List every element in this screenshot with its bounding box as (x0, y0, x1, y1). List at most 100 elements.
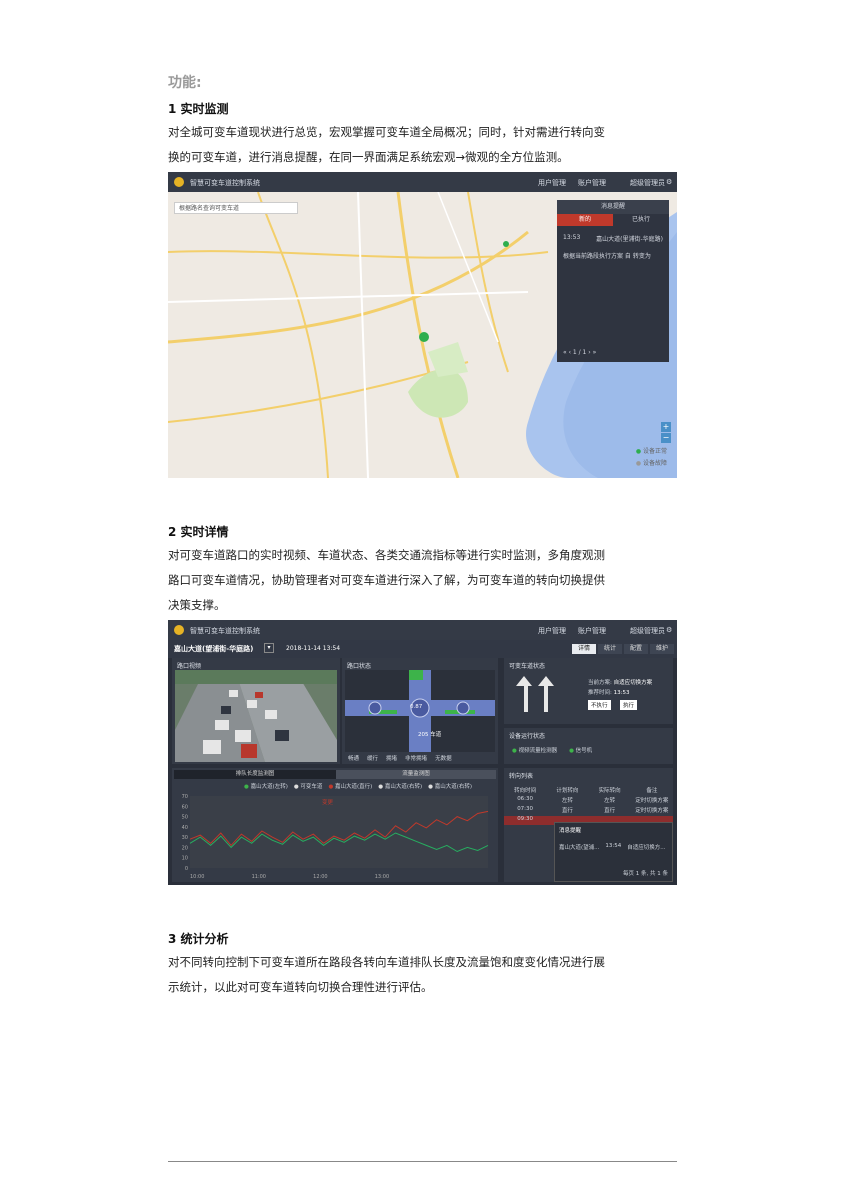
device-pane-title: 设备运行状态 (509, 733, 546, 740)
table-col-time: 转向时间 (514, 788, 537, 794)
tab-new[interactable]: 新的 (557, 214, 613, 226)
turn-table-pane: 转向列表 转向时间 计划转向 实际转向 备注 06:30 左转 左转 定时切换方… (504, 768, 673, 882)
section-2-line: 路口可变车道情况，协助管理者对可变车道进行深入了解，为可变车道的转向切换提供 (168, 573, 605, 587)
table-cell: 07:30 (517, 806, 534, 812)
table-cell: 左转 (561, 798, 573, 804)
tab-config[interactable]: 配置 (624, 644, 649, 654)
table-col-plan: 计划转向 (556, 788, 579, 794)
road-dropdown-icon[interactable]: ▾ (264, 643, 274, 653)
lane-time-label: 推荐时间: 13:53 (588, 688, 629, 696)
message-row[interactable]: 13:53 嘉山大道(里浦街-华庭路) (557, 226, 669, 243)
chart-legend-label: 嘉山大道(右转) (384, 784, 423, 790)
y-tick-label: 50 (182, 815, 188, 821)
lane-status-title: 可变车道状态 (509, 663, 546, 670)
skip-button[interactable]: 不执行 (588, 700, 611, 710)
section-3-line: 示统计，以此对可变车道转向切换合理性进行评估。 (168, 980, 433, 994)
lane-arrows-icon (516, 676, 554, 712)
message-location: 嘉山大道(里浦街-华庭路) (596, 236, 663, 243)
chart-plot-area (190, 796, 488, 868)
chart-legend-item: ● 嘉山大道(右转) (378, 784, 423, 790)
chart-legend-item: ● 嘉山大道(左转) (244, 784, 288, 790)
nav-admin[interactable]: 超级管理员 (630, 626, 665, 636)
lane-plan-key: 当前方案: (588, 680, 612, 686)
saturation-value: 0.87 (410, 704, 423, 710)
city-map[interactable]: 根据路名查询可变车道 消息提醒 新的 已执行 13:53 嘉山大道(里浦街-华庭… (168, 192, 677, 478)
app-logo-icon (174, 177, 184, 187)
nav-account-mgmt[interactable]: 账户管理 (578, 626, 606, 636)
road-search-input[interactable]: 根据路名查询可变车道 (174, 202, 298, 214)
chart-pane: 排队长度监测图 流量监测图 ● 嘉山大道(左转) ● 可变车道 ● 嘉山大道(直… (172, 768, 498, 882)
device-detector-label: 视频流量检测器 (518, 748, 558, 754)
y-tick-label: 20 (182, 845, 188, 851)
section-1-paragraph: 对全城可变车道现状进行总览，宏观掌握可变车道全局概况；同时，针对需进行转向变 换… (168, 120, 680, 170)
section-2-line: 决策支撑。 (168, 598, 226, 612)
app-title: 智慧可变车道控制系统 (190, 627, 260, 635)
alert-time: 13:54 (605, 843, 622, 849)
table-cell: 定时切换方案 (635, 808, 669, 814)
nav-account-mgmt[interactable]: 账户管理 (578, 178, 606, 188)
chart-change-marker: 变更 (322, 800, 334, 806)
table-cell: 直行 (561, 808, 573, 814)
legend-fault: ● 设备故障 (636, 458, 667, 467)
chart-tab-queue[interactable]: 排队长度监测图 (174, 770, 336, 779)
x-tick-label: 10:00 (190, 874, 204, 880)
section-1-line: 对全城可变车道现状进行总览，宏观掌握可变车道全局概况；同时，针对需进行转向变 (168, 125, 605, 139)
alert-pager[interactable]: 每页 1 条, 共 1 条 (623, 869, 668, 877)
legend-nodata: 无数据 (435, 756, 452, 762)
table-cell: 06:30 (517, 796, 534, 802)
zoom-in-button[interactable]: + (661, 422, 671, 432)
execute-button[interactable]: 执行 (620, 700, 638, 710)
section-3-title: 3 统计分析 (168, 932, 229, 946)
message-panel: 消息提醒 新的 已执行 13:53 嘉山大道(里浦街-华庭路) 根据当前路段执行… (557, 200, 669, 362)
device-pane: 设备运行状态 ● 视频流量检测器 ● 信号机 (504, 728, 673, 764)
legend-fault-label: 设备故障 (642, 460, 667, 467)
table-row[interactable]: 06:30 左转 左转 定时切换方案 (504, 796, 673, 804)
legend-normal-icon: ● (635, 448, 642, 455)
device-signal-label: 信号机 (575, 748, 593, 754)
legend-congested: 拥堵 (386, 756, 398, 762)
legend-slow: 缓行 (367, 756, 379, 762)
tab-detail[interactable]: 详情 (572, 644, 597, 654)
intersection-bar: 嘉山大道(望浦街-华庭路) ▾ 2018-11-14 13:54 详情 统计 配… (168, 640, 677, 658)
tab-maintain[interactable]: 维护 (650, 644, 675, 654)
legend-heavy: 非常拥堵 (405, 756, 428, 762)
chart-legend-label: 可变车道 (300, 784, 323, 790)
alert-popup-title: 消息提醒 (559, 828, 582, 834)
y-tick-label: 40 (182, 825, 188, 831)
device-signal: ● 信号机 (569, 748, 593, 754)
table-row[interactable]: 07:30 直行 直行 定时切换方案 (504, 806, 673, 814)
table-cell: 直行 (604, 808, 616, 814)
device-detector: ● 视频流量检测器 (512, 748, 558, 754)
gear-icon[interactable]: ⚙ (666, 178, 672, 186)
app-header: 智慧可变车道控制系统 用户管理 账户管理 超级管理员 ⚙ (168, 620, 677, 640)
y-tick-label: 10 (182, 856, 188, 862)
table-header: 转向时间 计划转向 实际转向 备注 (504, 786, 673, 794)
intersection-diagram (345, 670, 495, 752)
section-1-title: 1 实时监测 (168, 102, 229, 116)
chart-tab-flow[interactable]: 流量监测图 (336, 770, 496, 779)
monitoring-screenshot: 智慧可变车道控制系统 用户管理 账户管理 超级管理员 ⚙ 根据路名查询可变车道 … (168, 172, 677, 478)
table-col-actual: 实际转向 (598, 788, 621, 794)
legend-normal-label: 设备正常 (642, 448, 667, 455)
tab-stats[interactable]: 统计 (598, 644, 623, 654)
gear-icon[interactable]: ⚙ (666, 626, 672, 634)
tab-executed[interactable]: 已执行 (613, 214, 669, 226)
y-tick-label: 70 (182, 794, 188, 800)
zoom-out-button[interactable]: − (661, 433, 671, 443)
section-2-title: 2 实时详情 (168, 525, 229, 539)
video-feed[interactable] (175, 670, 337, 762)
lane-status-pane: 可变车道状态 当前方案: 自适应切换方案 推荐时间: 13:53 不执行 执行 (504, 658, 673, 724)
section-2-line: 对可变车道路口的实时视频、车道状态、各类交通流指标等进行实时监测，多角度观测 (168, 548, 605, 562)
message-pager[interactable]: « ‹ 1 / 1 › » (563, 349, 596, 356)
nav-admin[interactable]: 超级管理员 (630, 178, 665, 188)
nav-user-mgmt[interactable]: 用户管理 (538, 626, 566, 636)
nav-user-mgmt[interactable]: 用户管理 (538, 178, 566, 188)
alert-row[interactable]: 嘉山大道(望浦... 13:54 自适应切换方... (559, 843, 666, 851)
lane-count: 205 车道 (418, 732, 442, 738)
video-pane: 路口视频 (172, 658, 340, 764)
y-tick-label: 60 (182, 804, 188, 810)
y-tick-label: 0 (185, 866, 188, 872)
queue-chart: 0 10 20 30 40 50 60 70 10:00 11:00 12:00 13:00 (182, 794, 489, 880)
section-2-paragraph: 对可变车道路口的实时视频、车道状态、各类交通流指标等进行实时监测，多角度观测 路… (168, 543, 680, 618)
chart-legend-label: 嘉山大道(右转) (434, 784, 473, 790)
